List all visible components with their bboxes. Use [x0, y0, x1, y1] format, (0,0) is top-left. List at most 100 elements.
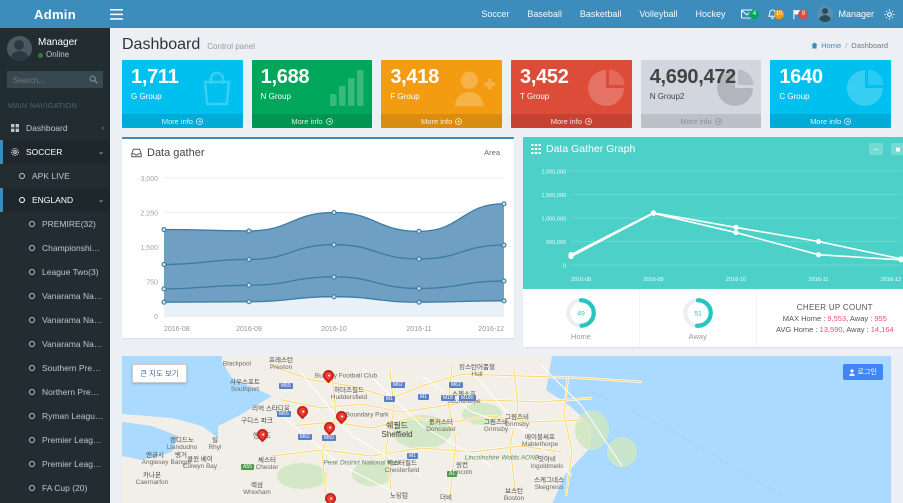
- map-label-ko: 돐커스터: [429, 418, 453, 426]
- gear-icon: [11, 148, 20, 156]
- sidebar-item-apk-live[interactable]: APK LIVE: [0, 164, 110, 188]
- app-logo[interactable]: Admin: [0, 0, 110, 28]
- stat-box-f-group[interactable]: 3,418 F Group More info: [381, 60, 503, 128]
- stat-box-more-info[interactable]: More info: [381, 114, 503, 128]
- cheer-home-cell: 49 Home: [523, 289, 640, 347]
- stat-box-t-group[interactable]: 3,452 T Group More info: [511, 60, 632, 128]
- bell-icon[interactable]: 10: [760, 8, 785, 20]
- highway-badge: M62: [391, 382, 405, 388]
- home-icon: [811, 42, 818, 49]
- sidebar-item-vanarama-national-n-9[interactable]: Vanarama National N(9): [0, 308, 110, 332]
- sidebar-user-panel[interactable]: Manager Online: [0, 28, 110, 69]
- stat-box-more-info[interactable]: More info: [511, 114, 632, 128]
- flag-icon[interactable]: 9: [785, 9, 809, 20]
- envelope-icon[interactable]: 4: [734, 9, 760, 19]
- page-title: Dashboard: [122, 36, 201, 53]
- top-nav-link-volleyball[interactable]: Volleyball: [630, 9, 686, 19]
- pie-chart-icon: [586, 68, 626, 108]
- admin-dashboard: Admin Manager Online MAIN NAVIGATION Das…: [0, 0, 903, 503]
- highway-badge: M1: [418, 394, 429, 400]
- svg-text:0: 0: [154, 314, 158, 321]
- map-label-en: Southport: [230, 386, 260, 393]
- sidebar-item-fa-cup-20[interactable]: FA Cup (20): [0, 476, 110, 500]
- stat-box-more-label: More info: [810, 116, 842, 126]
- sidebar-item-england[interactable]: ENGLAND ⌄: [0, 188, 110, 212]
- sidebar-item-premire-32[interactable]: PREMIRE(32): [0, 212, 110, 236]
- stat-box-more-info[interactable]: More info: [770, 114, 892, 128]
- highway-badge: M65: [277, 411, 291, 417]
- sidebar-item-ryman-league-16[interactable]: Ryman League (16): [0, 404, 110, 428]
- stat-box-n-group2[interactable]: 4,690,472 N Group2 More info: [640, 60, 762, 128]
- map-label: Blackpool: [223, 360, 251, 367]
- svg-text:500,000: 500,000: [546, 240, 566, 246]
- map-panel[interactable]: 큰 지도 보기 로그인 Blackpool 프레스턴 Preston 사우스포트 Sou…: [122, 356, 891, 503]
- data-gather-graph-panel: Data Gather Graph − ■ 0 500,000 1,000,000 1…: [523, 137, 903, 347]
- line-chart-svg: 0 500,000 1,000,000 1,500,000 2,000,000 2016-…: [542, 170, 903, 283]
- cheer-up-count-title: CHEER UP COUNT: [796, 302, 873, 312]
- circle-o-icon: [27, 413, 36, 419]
- map-label-en: Rhyl: [208, 444, 222, 451]
- stat-box-g-group[interactable]: 1,711 G Group More info: [122, 60, 243, 128]
- search-input[interactable]: [8, 73, 102, 88]
- gear-icon[interactable]: [882, 8, 903, 20]
- map-label: 돐커스터 Doncaster: [426, 419, 456, 433]
- sidebar-item-league-two-3[interactable]: League Two(3): [0, 260, 110, 284]
- stat-box-c-group[interactable]: 1640 C Group More info: [770, 60, 892, 128]
- svg-text:2,250: 2,250: [140, 211, 158, 218]
- map-label: 체스터 Chester: [256, 457, 279, 471]
- cheer-up-count-info: CHEER UP COUNT MAX Home : 9,553, Away : …: [757, 289, 903, 347]
- area-tab[interactable]: Area: [479, 146, 505, 159]
- svg-text:2016-11: 2016-11: [809, 277, 829, 283]
- map-label-ko: 사우스포트: [230, 378, 260, 386]
- svg-text:750: 750: [146, 280, 158, 287]
- data-gather-panel: Data gather Area 0 750 1,500 2,250 3,000 2016…: [122, 137, 514, 347]
- chevron-down-icon: ⌄: [98, 197, 104, 204]
- map-label: 앤글시 Anglesey: [142, 452, 169, 466]
- sidebar-item-northern-premier-14[interactable]: Northern Premier (14): [0, 380, 110, 404]
- sidebar-item-dashboard[interactable]: Dashboard ‹: [0, 116, 110, 140]
- view-large-map-button[interactable]: 큰 지도 보기: [132, 364, 187, 383]
- stat-box-more-info[interactable]: More info: [122, 114, 243, 128]
- highway-badge: M62: [449, 382, 463, 388]
- hamburger-icon[interactable]: [110, 8, 140, 20]
- minimize-button[interactable]: −: [869, 143, 883, 155]
- avatar: [817, 6, 834, 22]
- map-login-button[interactable]: 로그인: [842, 364, 883, 380]
- top-nav-link-baseball[interactable]: Baseball: [518, 9, 571, 19]
- search-icon[interactable]: [89, 75, 98, 84]
- sidebar-item-championship-12[interactable]: Championship(12): [0, 236, 110, 260]
- sidebar-item-label: APK LIVE: [32, 171, 70, 181]
- sidebar-item-vanarama-national-s-11[interactable]: Vanarama National S(11): [0, 332, 110, 356]
- cheer-max-line: MAX Home : 9,553, Away : 955: [783, 314, 887, 323]
- sidebar-item-premier-league-cup-5[interactable]: Premier League Cup (5): [0, 452, 110, 476]
- svg-text:49: 49: [577, 310, 585, 317]
- map-label: Boundary Park: [346, 411, 389, 418]
- circle-o-icon: [27, 269, 36, 275]
- cheer-avg-home: 13,590: [819, 324, 843, 334]
- top-nav-link-basketball[interactable]: Basketball: [571, 9, 631, 19]
- sidebar-search[interactable]: [7, 71, 103, 88]
- flag-badge: 9: [798, 9, 809, 19]
- svg-text:2016-08: 2016-08: [164, 326, 190, 333]
- map-label-ko: 잇아비: [538, 455, 556, 463]
- map-label-ko: 더비: [440, 494, 452, 502]
- sidebar-item-label: SOCCER: [26, 147, 63, 157]
- stat-box-more-info[interactable]: More info: [251, 114, 373, 128]
- top-nav-link-hockey[interactable]: Hockey: [686, 9, 734, 19]
- map-label: 잇아비 Ingoldmells: [531, 456, 564, 470]
- top-nav-user[interactable]: Manager: [809, 6, 882, 22]
- sidebar-item-southern-premier-14[interactable]: Southern Premier (14): [0, 356, 110, 380]
- sidebar-user-status-label: Online: [46, 49, 70, 59]
- circle-o-icon: [27, 365, 36, 371]
- top-nav-link-soccer[interactable]: Soccer: [472, 9, 518, 19]
- maximize-button[interactable]: ■: [891, 143, 903, 155]
- sidebar-item-soccer[interactable]: SOCCER ⌄: [0, 140, 110, 164]
- charts-row: Data gather Area 0 750 1,500 2,250 3,000 2016…: [110, 128, 903, 347]
- data-gather-title: Data gather: [147, 146, 205, 159]
- stat-box-more-info[interactable]: More info: [640, 114, 762, 128]
- sidebar-item-premier-league-2-1[interactable]: Premier League 2 (1): [0, 428, 110, 452]
- breadcrumb-home[interactable]: Home: [811, 41, 841, 50]
- stat-box-n-group[interactable]: 1,688 N Group More info: [251, 60, 373, 128]
- highway-badge: M62: [298, 434, 312, 440]
- sidebar-item-vanarama-national-6[interactable]: Vanarama National (6): [0, 284, 110, 308]
